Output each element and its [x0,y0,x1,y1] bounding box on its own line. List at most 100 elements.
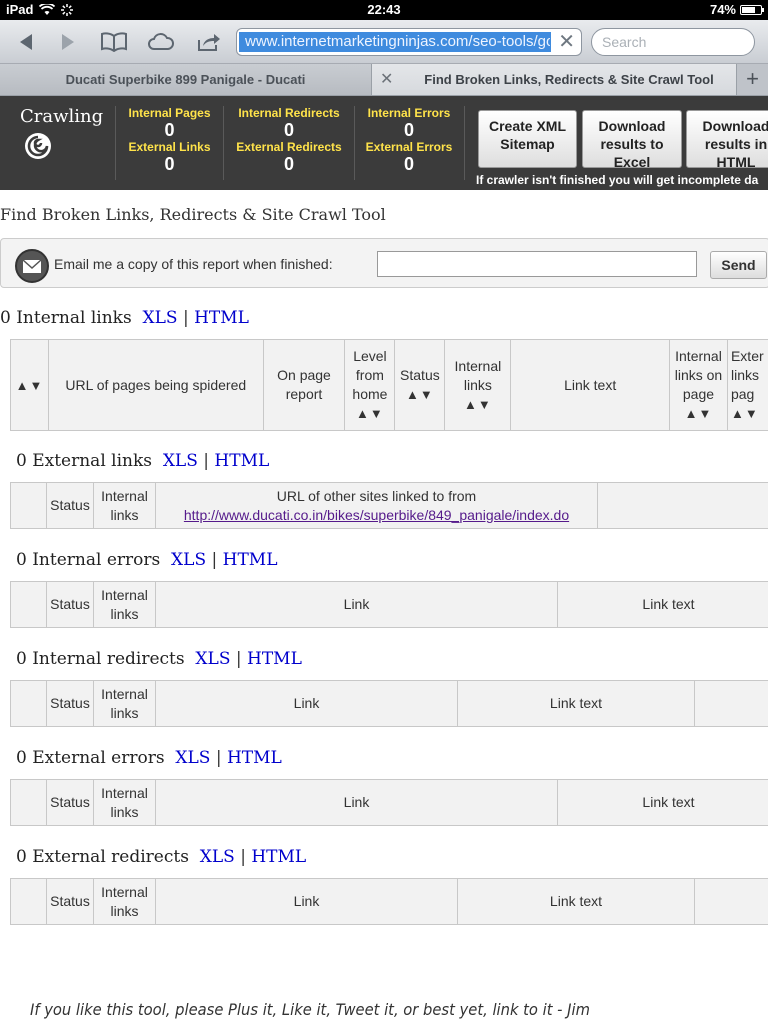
external-url-link[interactable]: http://www.ducati.co.in/bikes/superbike/… [184,507,569,523]
share-icon [198,34,220,51]
divider [223,106,224,180]
crawl-status-label: Crawling [20,106,104,127]
col-link-text: Link text [457,680,695,727]
col-status: Status [46,581,94,628]
xls-link[interactable]: XLS [175,748,210,768]
footer-message: If you like this tool, please Plus it, L… [30,1000,590,1019]
col-blank [10,779,47,826]
stat-value: 0 [164,120,175,140]
section-heading-internal-errors: 0 Internal errors XLS | HTML [16,550,278,570]
sort-arrows-icon: ▲▼ [464,396,492,412]
html-link[interactable]: HTML [194,308,249,328]
html-link[interactable]: HTML [227,748,282,768]
cloud-icon [148,33,174,50]
external-links-table: Status Internal links URL of other sites… [10,482,768,529]
section-heading-text: 0 External redirects [16,847,189,867]
table-header-row: ▲▼ URL of pages being spidered On page r… [10,339,768,431]
sort-arrows-icon: ▲▼ [15,377,44,393]
header-label: Exter links pag [730,348,764,402]
html-link[interactable]: HTML [214,451,269,471]
forward-arrow-icon [62,34,74,50]
back-button[interactable] [10,28,40,56]
bookmarks-button[interactable] [99,28,129,56]
col-link-text: Li [597,482,768,529]
html-link[interactable]: HTML [251,847,306,867]
xls-link[interactable]: XLS [143,308,178,328]
col-internal-links: Internal links [93,581,156,628]
icloud-tabs-button[interactable] [146,28,176,56]
col-url: URL of pages being spidered [47,339,264,431]
col-external-links[interactable]: Exter links pag ▲▼ [726,339,768,431]
separator: | [182,308,189,328]
col-blank [694,680,768,727]
stat-value: 0 [403,120,414,140]
header-label: Internal links [454,357,502,393]
internal-errors-table: Status Internal links Link Link text [10,581,768,628]
table-header-row: Status Internal links Link Link text [10,878,768,925]
tab-ducati[interactable]: Ducati Superbike 899 Panigale - Ducati [0,64,372,95]
xls-link[interactable]: XLS [200,847,235,867]
download-html-button[interactable]: Download results in HTML [686,110,768,168]
sort-arrows-icon: ▲▼ [406,387,434,402]
xls-link[interactable]: XLS [195,649,230,669]
download-excel-button[interactable]: Download results to Excel [582,110,682,168]
browser-toolbar: www.internetmarketingninjas.com/seo-tool… [0,20,768,64]
col-status: Status [46,482,94,529]
divider [464,106,465,180]
stat-value: 0 [283,154,294,174]
section-heading-external-links: 0 External links XLS | HTML [16,451,269,471]
create-xml-sitemap-button[interactable]: Create XML Sitemap [478,110,577,168]
page-title: Find Broken Links, Redirects & Site Craw… [0,205,386,224]
internal-redirects-table: Status Internal links Link Link text [10,680,768,727]
battery-percent: 74% [709,2,736,17]
email-field[interactable] [377,251,697,277]
close-tab-icon[interactable]: ✕ [380,64,393,95]
stat-label: External Links [128,140,211,154]
spinner-logo-icon [25,133,51,159]
divider [354,106,355,180]
header-label: Level from home [352,348,388,402]
tab-bar: Ducati Superbike 899 Panigale - Ducati F… [0,64,768,96]
stat-errors: Internal Errors 0 External Errors 0 [361,106,457,174]
col-blank [10,581,47,628]
tab-broken-links-tool[interactable]: Find Broken Links, Redirects & Site Craw… [372,64,736,95]
search-input[interactable]: Search [591,28,755,56]
col-link-text: Link text [457,878,695,925]
forward-button[interactable] [54,28,84,56]
col-internal-links[interactable]: Internal links ▲▼ [444,339,512,431]
sort-toggle[interactable]: ▲▼ [10,339,49,431]
stat-label: Internal Redirects [238,106,340,120]
clear-url-icon[interactable]: ✕ [558,31,575,53]
col-internal-links: Internal links [93,878,156,925]
section-heading-text: 0 Internal redirects [16,649,185,669]
separator: | [203,451,210,471]
sort-arrows-icon: ▲▼ [684,406,713,421]
table-header-row: Status Internal links URL of other sites… [10,482,768,529]
new-tab-button[interactable]: + [736,64,768,95]
col-status: Status [46,680,94,727]
col-level[interactable]: Level from home ▲▼ [344,339,396,431]
section-heading-text: 0 External errors [16,748,165,768]
separator: | [211,550,218,570]
divider [115,106,116,180]
col-internal-links-on-page[interactable]: Internal links on page ▲▼ [668,339,728,431]
battery-icon [740,4,764,15]
xls-link[interactable]: XLS [171,550,206,570]
xls-link[interactable]: XLS [163,451,198,471]
book-icon [101,32,127,53]
stat-value: 0 [283,120,294,140]
col-link: Link [155,581,558,628]
col-blank [10,878,47,925]
html-link[interactable]: HTML [247,649,302,669]
col-status[interactable]: Status ▲▼ [394,339,446,431]
stat-label: Internal Pages [128,106,211,120]
col-link-text: Link text [557,581,768,628]
address-bar[interactable]: www.internetmarketingninjas.com/seo-tool… [236,28,582,56]
send-button[interactable]: Send [710,251,767,279]
html-link[interactable]: HTML [223,550,278,570]
url-text: www.internetmarketingninjas.com/seo-tool… [245,33,550,50]
col-link-text: Link text [510,339,670,431]
col-status: Status [46,878,94,925]
share-button[interactable] [194,28,224,56]
col-internal-links: Internal links [93,680,156,727]
